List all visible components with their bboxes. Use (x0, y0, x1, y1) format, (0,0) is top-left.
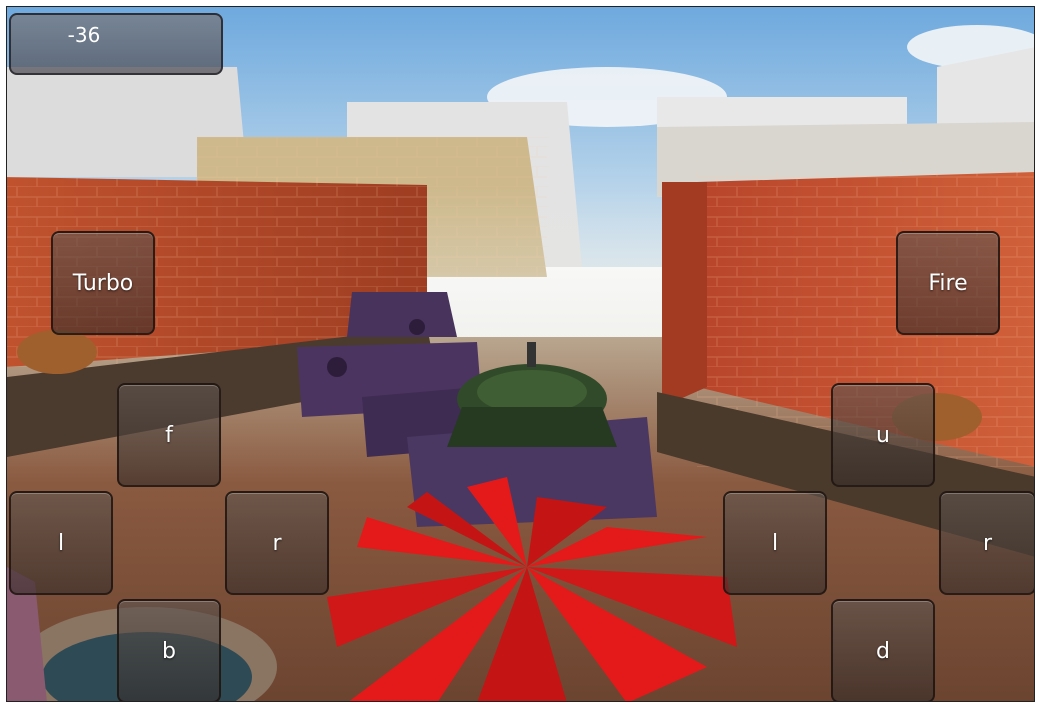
turbo-button-label: Turbo (72, 270, 134, 296)
score-value: -36 (67, 23, 101, 47)
aim-down-button-label: d (876, 638, 890, 664)
turbo-button[interactable]: Turbo (51, 231, 155, 335)
turn-left-button-label: l (57, 530, 65, 556)
right-wall-edge (662, 182, 707, 407)
barrel (17, 330, 97, 374)
aim-right-button-label: r (982, 530, 993, 556)
aim-left-button[interactable]: l (723, 491, 827, 595)
forward-button[interactable]: f (117, 383, 221, 487)
fire-button-label: Fire (928, 270, 968, 296)
aim-down-button[interactable]: d (831, 599, 935, 701)
game-viewport: -36 Turbo Fire f l r b u l r d (6, 6, 1035, 702)
score-display: -36 (9, 13, 223, 75)
turn-right-button-label: r (272, 530, 282, 556)
turn-left-button[interactable]: l (9, 491, 113, 595)
back-button[interactable]: b (117, 599, 221, 701)
aim-up-button-label: u (876, 422, 890, 448)
forward-button-label: f (165, 422, 173, 448)
aim-left-button-label: l (771, 530, 779, 556)
aim-up-button[interactable]: u (831, 383, 935, 487)
fire-button[interactable]: Fire (896, 231, 1000, 335)
back-button-label: b (162, 638, 176, 664)
turn-right-button[interactable]: r (225, 491, 329, 595)
game-scene (7, 7, 1034, 701)
aim-right-button[interactable]: r (939, 491, 1034, 595)
